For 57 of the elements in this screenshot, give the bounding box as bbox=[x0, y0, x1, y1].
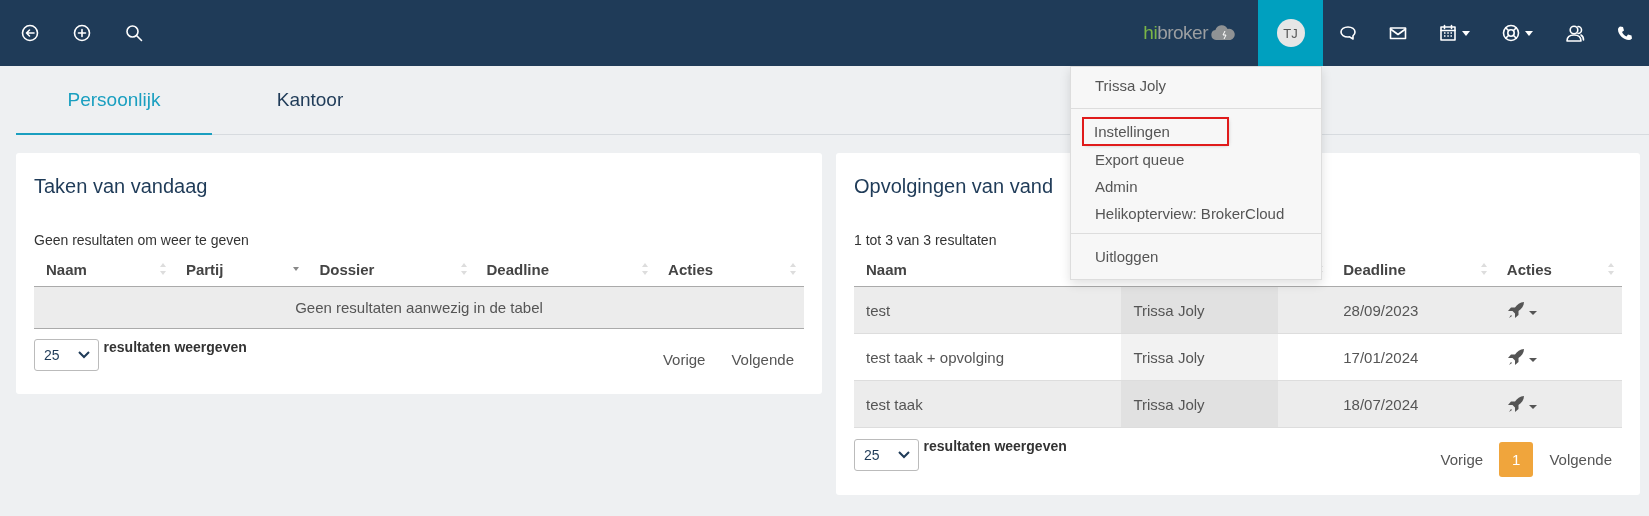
actions-menu-button[interactable] bbox=[1506, 395, 1537, 413]
actions-menu-button[interactable] bbox=[1506, 348, 1537, 366]
actions-menu-button[interactable] bbox=[1506, 301, 1537, 319]
column-header[interactable]: Deadline bbox=[1331, 254, 1495, 287]
back-button[interactable] bbox=[19, 22, 41, 44]
menu-item[interactable]: Export queue bbox=[1071, 146, 1321, 173]
column-header[interactable]: Naam bbox=[34, 254, 174, 287]
search-icon bbox=[125, 24, 143, 42]
caret-icon bbox=[1462, 30, 1470, 36]
table-cell: Trissa Joly bbox=[1121, 380, 1279, 428]
table-cell: 28/09/2023 bbox=[1331, 286, 1495, 334]
page-size-select[interactable]: 25 bbox=[854, 438, 919, 471]
speech-bubble-icon bbox=[1339, 25, 1357, 41]
column-header[interactable]: Acties bbox=[1494, 254, 1622, 287]
column-header[interactable]: Acties bbox=[656, 254, 804, 287]
card-title: Taken van vandaag bbox=[34, 175, 208, 198]
menu-item[interactable]: Admin bbox=[1071, 173, 1321, 200]
table-cell: test bbox=[854, 286, 1122, 334]
table-cell: Trissa Joly bbox=[1121, 333, 1279, 381]
page-size-label: resultaten weergeven bbox=[103, 339, 247, 355]
table-cell: Trissa Joly bbox=[1121, 286, 1279, 334]
table-cell: test taak bbox=[854, 380, 1122, 428]
back-icon bbox=[21, 24, 39, 42]
previous-page-link[interactable]: Vorige bbox=[652, 343, 716, 376]
page-size-select[interactable]: 25 bbox=[34, 338, 99, 371]
logo: hibroker bbox=[1143, 0, 1236, 66]
cloud-icon bbox=[1210, 25, 1236, 41]
add-button[interactable] bbox=[71, 22, 93, 44]
column-header[interactable]: Deadline bbox=[474, 254, 657, 287]
tab[interactable]: Kantoor bbox=[212, 66, 408, 135]
table-cell: 18/07/2024 bbox=[1331, 380, 1495, 428]
results-info: Geen resultaten om weer te geven bbox=[34, 232, 250, 248]
phone-icon bbox=[1617, 25, 1633, 41]
search-button[interactable] bbox=[123, 22, 145, 44]
users-icon bbox=[1565, 24, 1585, 42]
table-cell: 17/01/2024 bbox=[1331, 333, 1495, 381]
column-header[interactable]: Dossier bbox=[307, 254, 475, 287]
caret-icon bbox=[1525, 30, 1533, 36]
user-menu-button[interactable]: TJ bbox=[1258, 0, 1323, 66]
add-icon bbox=[73, 24, 91, 42]
previous-page-link[interactable]: Vorige bbox=[1430, 443, 1494, 476]
mail-icon bbox=[1389, 26, 1407, 40]
results-info: 1 tot 3 van 3 resultaten bbox=[854, 232, 998, 248]
page-size-label: resultaten weergeven bbox=[923, 438, 1067, 454]
next-page-link[interactable]: Volgende bbox=[1539, 443, 1622, 476]
lifebuoy-icon bbox=[1502, 24, 1520, 42]
empty-table-message: Geen resultaten aanwezig in de tabel bbox=[34, 286, 804, 329]
chevron-down-icon bbox=[897, 450, 910, 459]
menu-item[interactable]: Helikopterview: BrokerCloud bbox=[1071, 200, 1321, 227]
avatar: TJ bbox=[1276, 19, 1305, 47]
column-header[interactable]: Partij bbox=[173, 254, 308, 287]
next-page-link[interactable]: Volgende bbox=[721, 343, 804, 376]
menu-item[interactable]: Trissa Joly bbox=[1071, 71, 1321, 102]
card-title: Opvolgingen van vand bbox=[854, 175, 1054, 198]
menu-item[interactable]: Instellingen bbox=[1084, 119, 1227, 144]
calendar-icon bbox=[1439, 24, 1457, 42]
chevron-down-icon bbox=[77, 350, 90, 359]
